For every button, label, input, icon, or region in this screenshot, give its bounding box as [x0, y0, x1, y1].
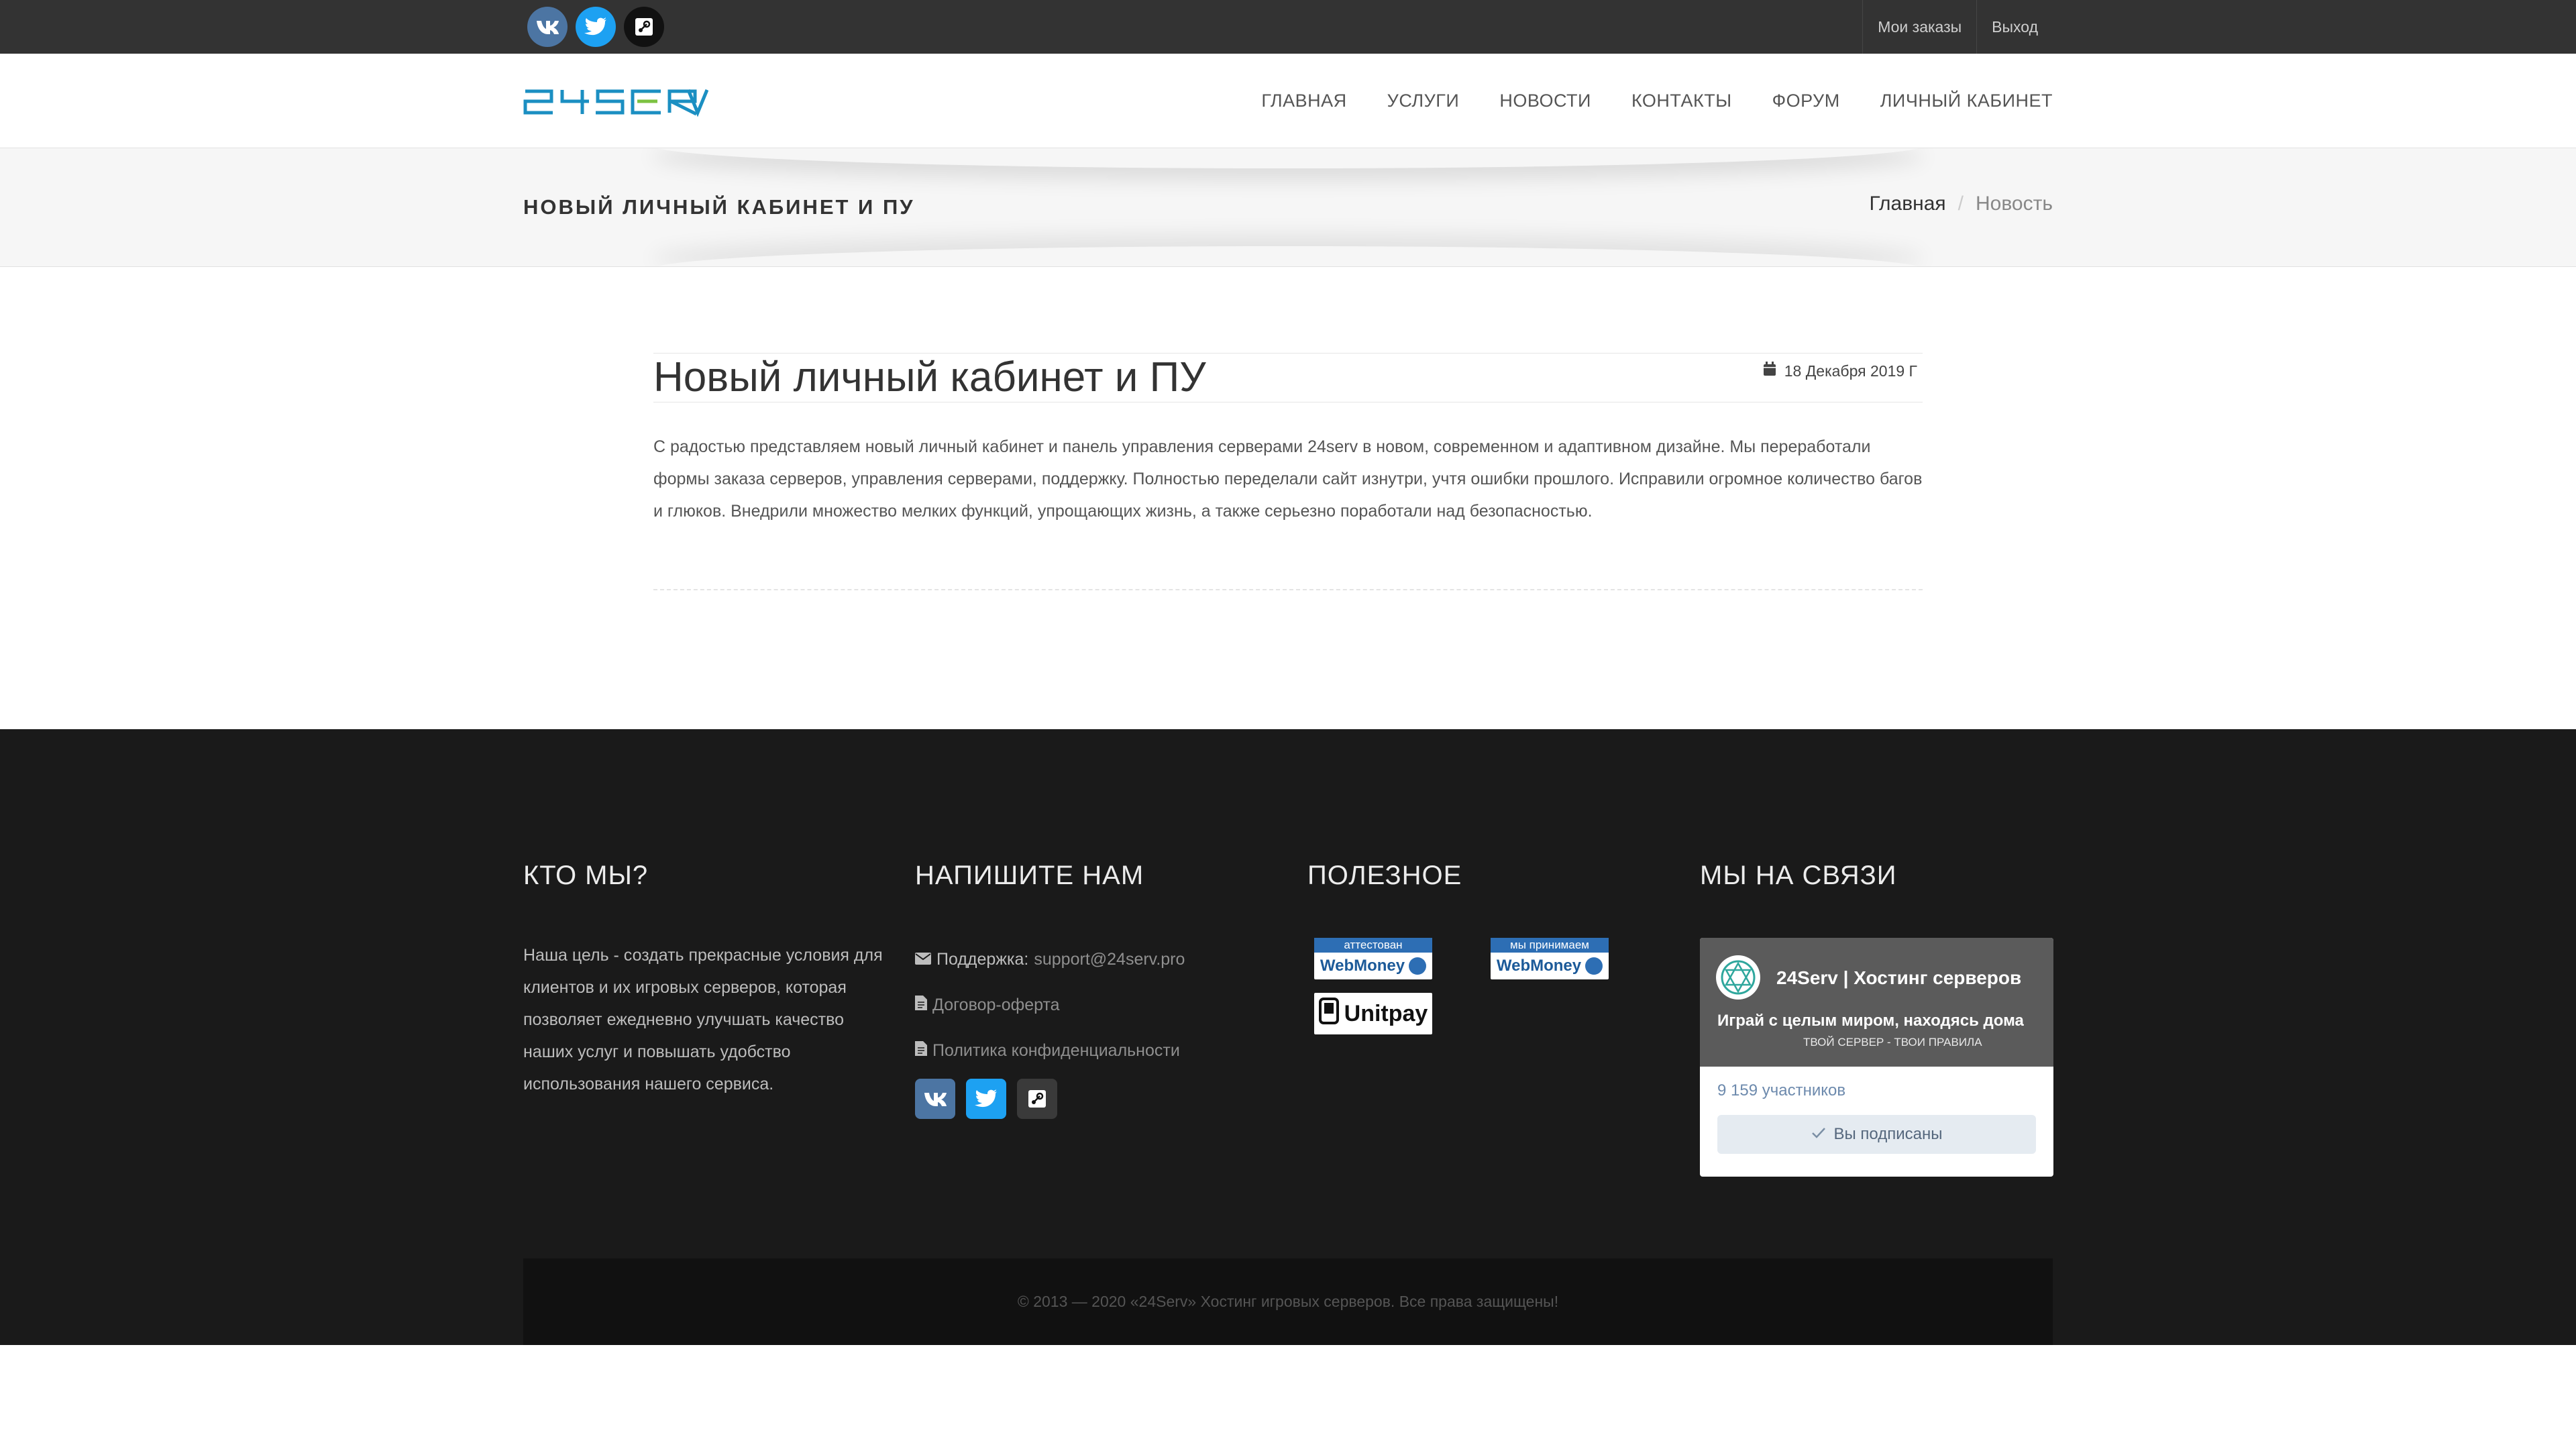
- site-footer: КТО МЫ? Наша цель - создать прекрасные у…: [0, 729, 2576, 1345]
- nav-forum[interactable]: ФОРУМ: [1772, 91, 1840, 111]
- my-orders-link[interactable]: Мои заказы: [1862, 0, 1976, 54]
- breadcrumb: Главная / Новость: [1869, 193, 2053, 215]
- twitter-icon[interactable]: [576, 7, 616, 47]
- copyright: © 2013 — 2020 «24Serv» Хостинг игровых с…: [523, 1258, 2053, 1345]
- nav-news[interactable]: НОВОСТИ: [1499, 91, 1591, 111]
- document-icon: [915, 1040, 927, 1061]
- vk-cover-subtitle: ТВОЙ СЕРВЕР - ТВОИ ПРАВИЛА: [1803, 1036, 1982, 1049]
- offer-line: Договор-оферта: [915, 982, 1277, 1028]
- webmoney-icon: [1585, 957, 1603, 975]
- webmoney-accept-badge[interactable]: мы принимаем WebMoney: [1491, 938, 1609, 979]
- article-date: 18 Декабря 2019 Г: [1763, 362, 1917, 380]
- webmoney-icon: [1409, 957, 1427, 975]
- vk-widget-wrap: 24Serv | Хостинг серверов Играй с целым …: [1700, 938, 2053, 1177]
- footer-useful-heading: ПОЛЕЗНОЕ: [1307, 861, 1462, 890]
- site-header: ГЛАВНАЯ УСЛУГИ НОВОСТИ КОНТАКТЫ ФОРУМ ЛИ…: [0, 54, 2576, 148]
- footer-social-heading: МЫ НА СВЯЗИ: [1700, 861, 1897, 890]
- user-menu: Мои заказы Выход: [1862, 0, 2053, 54]
- main-nav: ГЛАВНАЯ УСЛУГИ НОВОСТИ КОНТАКТЫ ФОРУМ ЛИ…: [1261, 54, 2053, 148]
- calendar-icon: [1763, 362, 1776, 380]
- footer-social-links: [915, 1079, 1277, 1119]
- steam-icon[interactable]: [1017, 1079, 1057, 1119]
- top-bar: Мои заказы Выход: [0, 0, 2576, 54]
- envelope-icon: [915, 950, 931, 969]
- footer-social: МЫ НА СВЯЗИ 24Serv | Хостинг серверов Иг…: [1700, 861, 2053, 1177]
- news-article: Новый личный кабинет и ПУ 18 Декабря 201…: [653, 353, 1923, 590]
- vk-group-cover: 24Serv | Хостинг серверов Играй с целым …: [1700, 938, 2053, 1067]
- nav-account[interactable]: ЛИЧНЫЙ КАБИНЕТ: [1880, 91, 2053, 111]
- page-title-bar: НОВЫЙ ЛИЧНЫЙ КАБИНЕТ И ПУ Главная / Новост…: [0, 148, 2576, 267]
- unitpay-icon: [1318, 997, 1339, 1030]
- check-icon: [1811, 1125, 1826, 1144]
- footer-contact-heading: НАПИШИТЕ НАМ: [915, 861, 1144, 890]
- group-avatar: [1716, 955, 1760, 1000]
- webmoney-attested-caption: аттестован: [1314, 938, 1432, 953]
- privacy-link[interactable]: Политика конфиденциальности: [932, 1041, 1180, 1061]
- article-header: Новый личный кабинет и ПУ 18 Декабря 201…: [653, 353, 1923, 402]
- webmoney-attested-badge[interactable]: аттестован WebMoney: [1314, 938, 1432, 979]
- support-email-link[interactable]: support@24serv.pro: [1034, 950, 1185, 969]
- footer-useful: ПОЛЕЗНОЕ аттестован WebMoney мы принимае…: [1307, 861, 1670, 1059]
- vk-group-slogan: Играй с целым миром, находясь дома: [1717, 1012, 2024, 1030]
- footer-about-text: Наша цель - создать прекрасные условия д…: [523, 946, 883, 1093]
- webmoney-label: WebMoney: [1496, 957, 1582, 975]
- vk-members-count: 9 159 участников: [1717, 1081, 1846, 1099]
- article-title: Новый личный кабинет и ПУ: [653, 354, 1206, 400]
- nav-contacts[interactable]: КОНТАКТЫ: [1631, 91, 1732, 111]
- article-body: С радостью представляем новый личный каб…: [653, 437, 1923, 521]
- vk-group-name: 24Serv | Хостинг серверов: [1776, 967, 2022, 988]
- footer-about: КТО МЫ? Наша цель - создать прекрасные у…: [523, 861, 885, 1100]
- footer-contact-list: Поддержка: support@24serv.pro Договор-оф…: [915, 936, 1277, 1119]
- unitpay-badge[interactable]: Unitpay: [1314, 993, 1432, 1034]
- breadcrumb-separator: /: [1957, 193, 1964, 215]
- vk-icon[interactable]: [527, 7, 568, 47]
- nav-home[interactable]: ГЛАВНАЯ: [1261, 91, 1346, 111]
- logout-link[interactable]: Выход: [1976, 0, 2053, 54]
- payment-badges: аттестован WebMoney мы принимаем WebMone…: [1307, 938, 1670, 1059]
- steam-icon[interactable]: [624, 7, 664, 47]
- nav-services[interactable]: УСЛУГИ: [1387, 91, 1460, 111]
- document-icon: [915, 995, 927, 1015]
- subscribed-button[interactable]: Вы подписаны: [1717, 1115, 2036, 1154]
- breadcrumb-current: Новость: [1975, 193, 2053, 215]
- article-divider: [653, 589, 1923, 590]
- webmoney-accept-caption: мы принимаем: [1491, 938, 1609, 953]
- top-social-links: [527, 7, 664, 47]
- support-line: Поддержка: support@24serv.pro: [915, 936, 1277, 982]
- webmoney-label: WebMoney: [1320, 957, 1405, 975]
- offer-link[interactable]: Договор-оферта: [932, 996, 1060, 1015]
- site-logo[interactable]: [523, 86, 709, 120]
- breadcrumb-home[interactable]: Главная: [1869, 193, 1945, 215]
- footer-contact: НАПИШИТЕ НАМ Поддержка: support@24serv.p…: [915, 861, 1277, 1119]
- subscribed-label: Вы подписаны: [1833, 1125, 1943, 1143]
- twitter-icon[interactable]: [966, 1079, 1006, 1119]
- vk-group-widget[interactable]: 24Serv | Хостинг серверов Играй с целым …: [1700, 938, 2053, 1177]
- article-date-text: 18 Декабря 2019 Г: [1784, 362, 1917, 380]
- footer-about-heading: КТО МЫ?: [523, 861, 649, 890]
- support-label: Поддержка:: [936, 949, 1029, 969]
- privacy-line: Политика конфиденциальности: [915, 1028, 1277, 1073]
- vk-icon[interactable]: [915, 1079, 955, 1119]
- page-title: НОВЫЙ ЛИЧНЫЙ КАБИНЕТ И ПУ: [523, 195, 915, 219]
- unitpay-label: Unitpay: [1344, 1000, 1428, 1026]
